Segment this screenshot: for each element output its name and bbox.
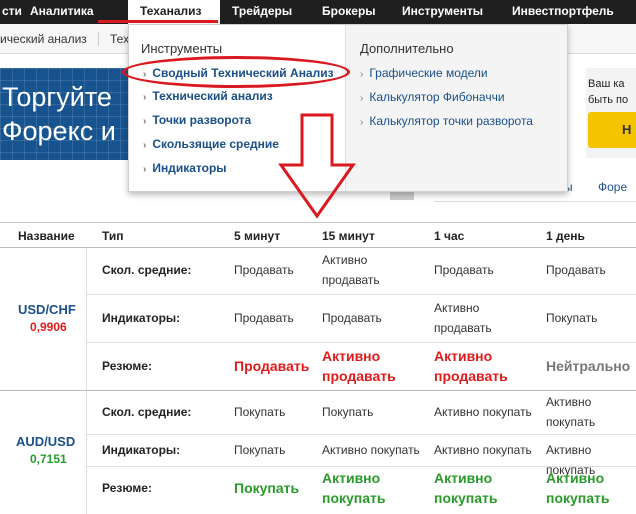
promo-button-label: Н [622, 122, 632, 137]
table-header: Название Тип 5 минут 15 минут 1 час 1 де… [0, 222, 636, 248]
banner-line-1: Торгуйте [2, 82, 112, 112]
row-divider [86, 342, 636, 343]
arrow-right-icon: › [360, 117, 364, 128]
audusd-ma-1h: Активно покупать [434, 405, 532, 419]
dropdown-link-pivot-calculator[interactable]: › Калькулятор точки разворота [360, 114, 533, 128]
nav-item-brokers[interactable]: Брокеры [322, 0, 376, 24]
usdchf-ind-5m: Продавать [234, 311, 294, 325]
row-label-summary: Резюме: [102, 359, 152, 373]
dropdown-link-moving-averages[interactable]: › Скользящие средние [143, 137, 279, 151]
row-label-summary: Резюме: [102, 481, 152, 495]
usdchf-summary-1d: Нейтрально [546, 358, 631, 374]
usdchf-ma-15m: Активно продавать [322, 253, 380, 287]
active-tab-underline [98, 20, 218, 23]
arrow-right-icon: › [360, 69, 364, 80]
promo-button[interactable]: Н [588, 112, 636, 148]
usdchf-ind-15m: Продавать [322, 311, 382, 325]
group-divider [0, 390, 636, 391]
right-promo: Ваш ка быть по Н [586, 68, 636, 158]
banner-line-2: Форекс и [2, 116, 116, 146]
header-5min: 5 минут [234, 229, 281, 243]
row-label-ma: Скол. средние: [102, 263, 192, 277]
mid-tab-forex[interactable]: Форе [598, 180, 627, 194]
row-divider [86, 466, 636, 467]
dropdown-tools-heading: Инструменты [141, 41, 223, 56]
usdchf-ma-1h: Продавать [434, 263, 494, 277]
dropdown-link-ta[interactable]: › Технический анализ [143, 89, 273, 103]
subnav-item-tech[interactable]: Тех [110, 24, 129, 54]
usdchf-ind-1h: Активно продавать [434, 301, 492, 335]
audusd-summary-1h: Активно покупать [434, 470, 498, 506]
promo-line-1: Ваш ка [588, 78, 625, 90]
row-divider [86, 434, 636, 435]
header-15min: 15 минут [322, 229, 375, 243]
audusd-ind-1h: Активно покупать [434, 443, 532, 457]
dropdown-link-pivot-points[interactable]: › Точки разворота [143, 113, 251, 127]
nav-item-analytics[interactable]: Аналитика [30, 0, 94, 24]
audusd-ind-15m: Активно покупать [322, 443, 420, 457]
row-label-indicators: Индикаторы: [102, 311, 181, 325]
pair-name-usdchf[interactable]: USD/CHF [18, 302, 76, 317]
usdchf-summary-1h: Активно продавать [434, 348, 508, 384]
audusd-summary-15m: Активно покупать [322, 470, 386, 506]
dropdown-link-chart-patterns[interactable]: › Графические модели [360, 66, 488, 80]
audusd-summary-1d: Активно покупать [546, 470, 610, 506]
audusd-ma-1d: Активно покупать [546, 395, 596, 429]
dropdown-extra-column: Дополнительно › Графические модели › Кальк… [345, 25, 567, 191]
subnav-divider [98, 32, 99, 46]
arrow-right-icon: › [360, 93, 364, 104]
top-nav: сти Аналитика Теханализ Трейдеры Брокеры… [0, 0, 636, 24]
usdchf-ma-1d: Продавать [546, 263, 606, 277]
dropdown-extra-heading: Дополнительно [360, 41, 454, 56]
header-name: Название [18, 229, 75, 243]
dropdown-link-indicators[interactable]: › Индикаторы [143, 161, 227, 175]
arrow-right-icon: › [143, 164, 147, 175]
usdchf-summary-15m: Активно продавать [322, 348, 396, 384]
down-arrow-annotation [278, 113, 356, 219]
pair-name-audusd[interactable]: AUD/USD [16, 434, 75, 449]
header-type: Тип [102, 229, 124, 243]
nav-item-tools[interactable]: Инструменты [402, 0, 483, 24]
arrow-right-icon: › [143, 116, 147, 127]
usdchf-ma-5m: Продавать [234, 263, 294, 277]
nav-item-portfolio[interactable]: Инвестпортфель [512, 0, 614, 24]
usdchf-summary-5m: Продавать [234, 358, 310, 374]
table-column-divider [86, 248, 87, 514]
subnav-item-tech-analysis[interactable]: ический анализ [0, 24, 87, 54]
forex-banner[interactable]: Торгуйте Форекс и [0, 68, 128, 160]
pair-price-audusd: 0,7151 [30, 452, 67, 466]
audusd-ind-5m: Покупать [234, 443, 286, 457]
audusd-ma-5m: Покупать [234, 405, 286, 419]
arrow-right-icon: › [143, 140, 147, 151]
highlight-oval [122, 56, 350, 88]
promo-line-2: быть по [588, 94, 629, 106]
pair-price-usdchf: 0,9906 [30, 320, 67, 334]
nav-item-news[interactable]: сти [2, 0, 22, 24]
arrow-right-icon: › [143, 92, 147, 103]
header-1day: 1 день [546, 229, 585, 243]
nav-item-traders[interactable]: Трейдеры [232, 0, 292, 24]
row-label-indicators: Индикаторы: [102, 443, 181, 457]
audusd-summary-5m: Покупать [234, 480, 300, 496]
header-1hour: 1 час [434, 229, 465, 243]
usdchf-ind-1d: Покупать [546, 311, 598, 325]
audusd-ma-15m: Покупать [322, 405, 374, 419]
row-label-ma: Скол. средние: [102, 405, 192, 419]
dropdown-link-fibonacci[interactable]: › Калькулятор Фибоначчи [360, 90, 505, 104]
row-divider [86, 294, 636, 295]
